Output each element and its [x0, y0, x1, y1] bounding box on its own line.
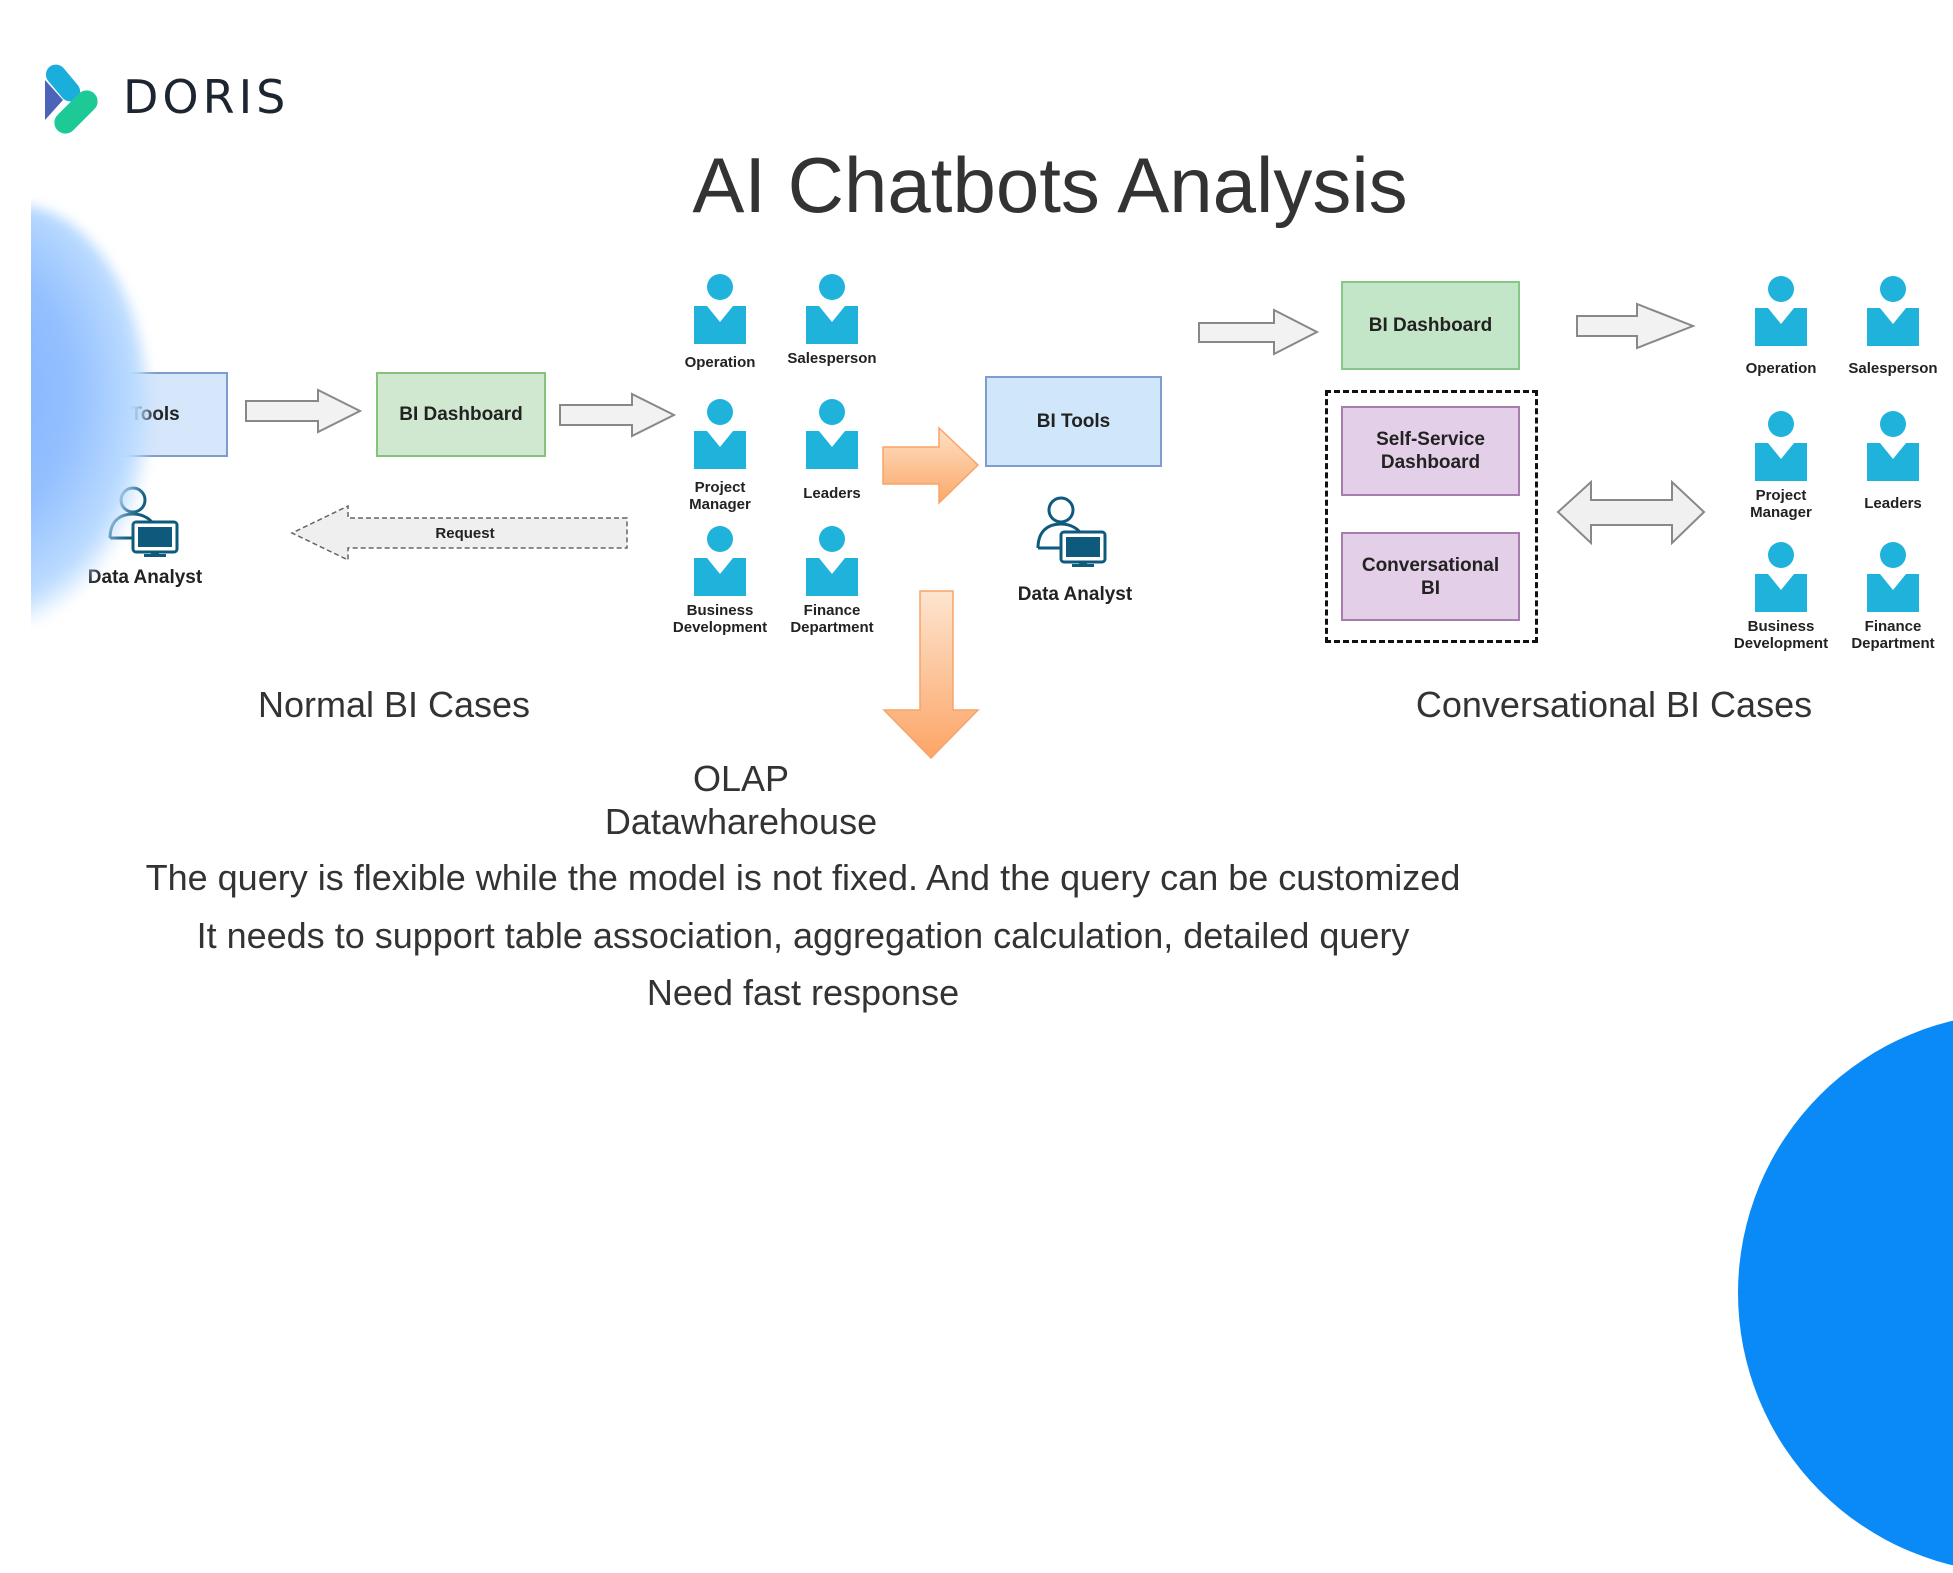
bi-dashboard-label: BI Dashboard: [1368, 315, 1493, 336]
bi-dashboard-box-right: BI Dashboard: [1341, 281, 1520, 370]
body-line-1: The query is flexible while the model is…: [145, 857, 1461, 898]
page-title: AI Chatbots Analysis: [692, 141, 1408, 229]
normal-bi-cases-label: Normal BI Cases: [257, 684, 531, 725]
double-arrow-icon: [1556, 479, 1706, 546]
role-label: Salesperson: [1848, 360, 1938, 377]
person-icon: [693, 399, 747, 469]
person-icon: [1866, 276, 1920, 346]
data-analyst-label: Data Analyst: [1017, 584, 1133, 605]
person-icon: [1754, 411, 1808, 481]
logo-text: DORIS: [123, 70, 290, 124]
datawarehouse-label: Datawharehouse: [604, 801, 878, 842]
arrow-right-icon: [559, 392, 677, 438]
conversational-bi-box: Conversational BI: [1341, 532, 1520, 621]
person-icon: [1866, 411, 1920, 481]
person-icon: [693, 274, 747, 344]
person-icon: [1754, 542, 1808, 612]
conversational-bi-cases-label: Conversational BI Cases: [1415, 684, 1813, 725]
role-label: Finance Department: [790, 602, 874, 636]
person-icon: [805, 274, 859, 344]
person-icon: [805, 399, 859, 469]
person-icon: [693, 526, 747, 596]
person-icon: [1866, 542, 1920, 612]
body-line-2: It needs to support table association, a…: [196, 915, 1410, 956]
arrow-right-icon: [1576, 302, 1696, 350]
role-label: Leaders: [1864, 495, 1922, 512]
bi-dashboard-box-left: BI Dashboard: [376, 372, 546, 457]
person-icon: [805, 526, 859, 596]
body-line-3: Need fast response: [646, 972, 960, 1013]
bi-dashboard-label: BI Dashboard: [399, 404, 523, 425]
doris-logo: DORIS: [41, 56, 285, 138]
self-service-dashboard-label: Self-Service Dashboard: [1376, 429, 1485, 473]
bi-tools-box-middle: BI Tools: [985, 376, 1162, 467]
arrow-right-icon: [245, 388, 363, 434]
person-icon: [1754, 276, 1808, 346]
orange-arrow-down-icon: [882, 590, 980, 760]
orange-arrow-right-icon: [882, 426, 980, 505]
role-label: Leaders: [803, 485, 861, 502]
olap-label: OLAP: [692, 758, 790, 799]
role-label: Finance Department: [1851, 618, 1935, 652]
conversational-bi-label: Conversational BI: [1361, 554, 1500, 599]
role-label: Salesperson: [787, 350, 877, 367]
request-label: Request: [435, 525, 495, 542]
doris-logo-icon: [45, 64, 98, 134]
decorative-corner-circle: [1738, 1013, 1953, 1573]
self-service-dashboard-box: Self-Service Dashboard: [1341, 406, 1520, 496]
arrow-right-icon: [1198, 308, 1320, 356]
data-analyst-icon: [1036, 496, 1107, 567]
bi-tools-label: BI Tools: [1036, 411, 1111, 432]
left-margin: [0, 0, 31, 1118]
